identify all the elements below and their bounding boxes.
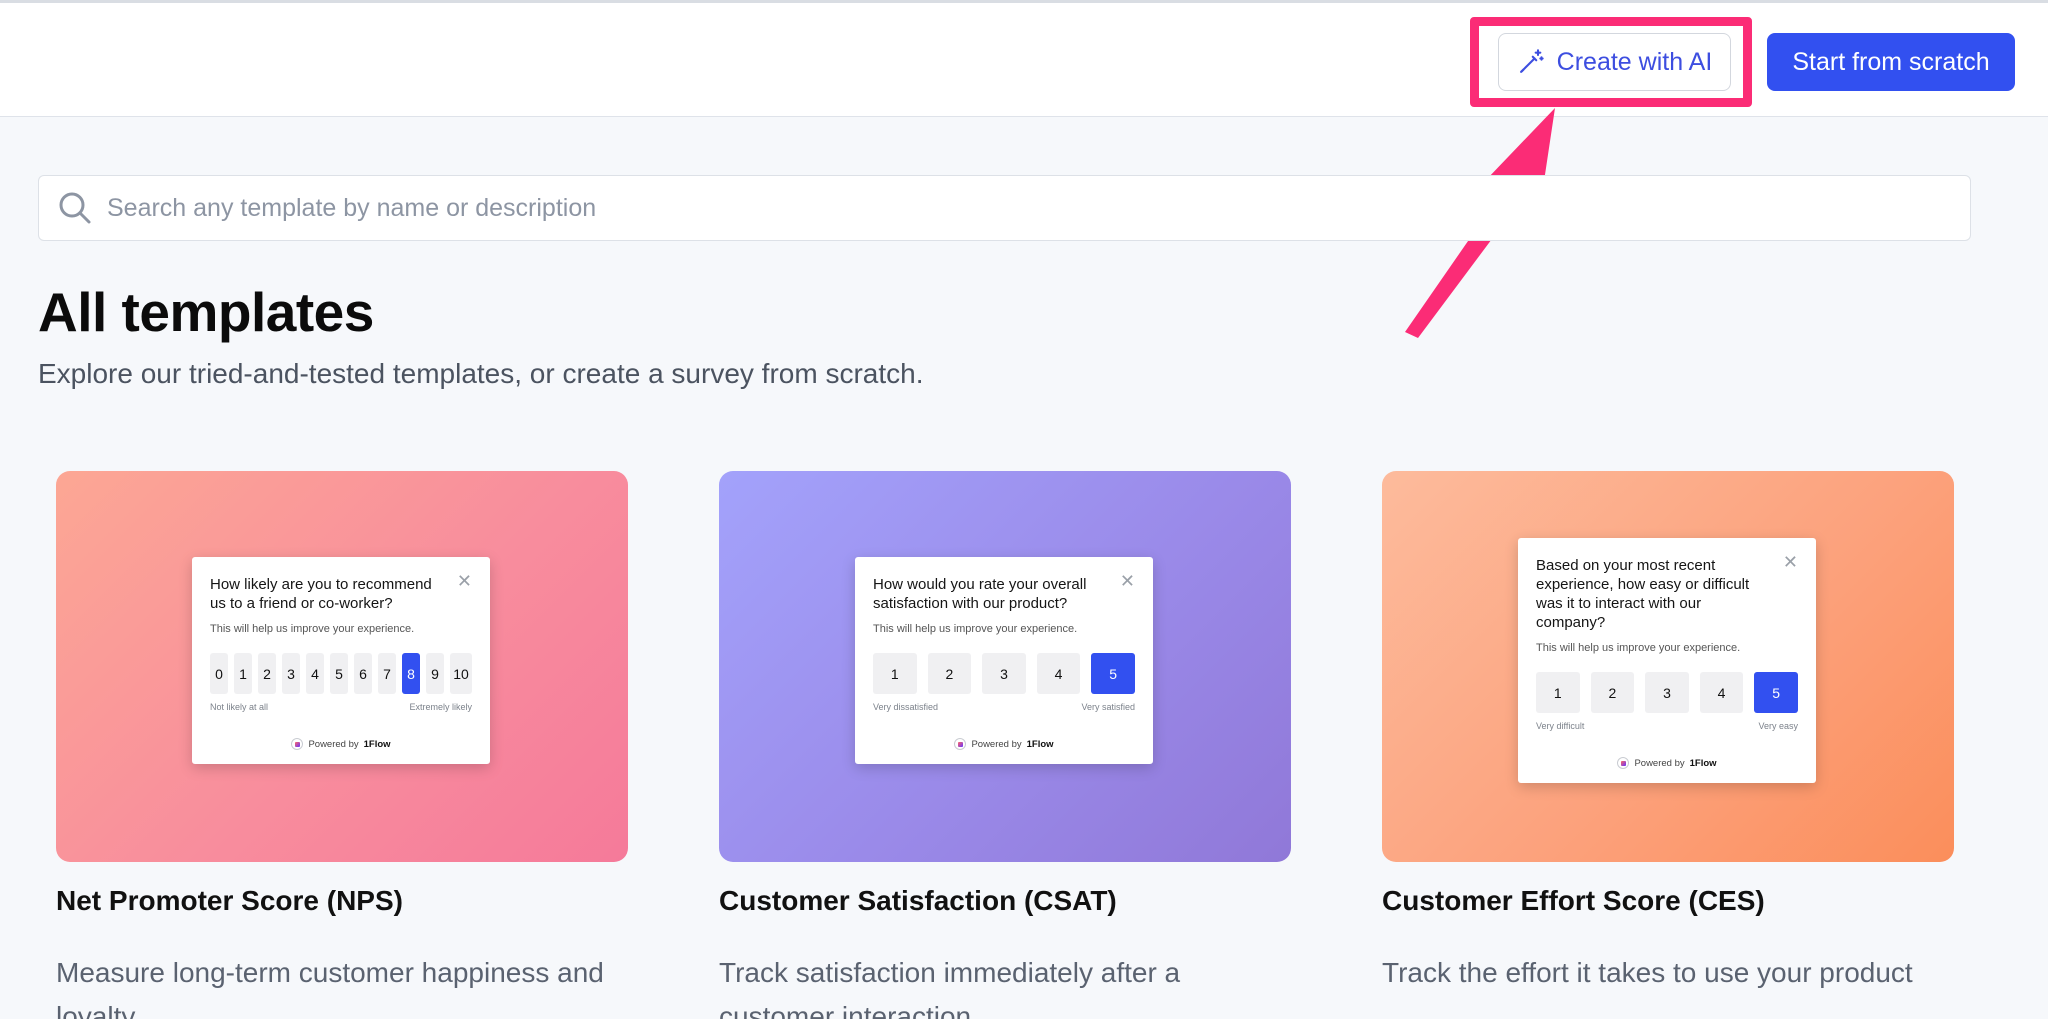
scale-high-label: Very satisfied xyxy=(1081,702,1135,712)
close-icon: ✕ xyxy=(1782,552,1798,572)
powered-by: Powered by 1Flow xyxy=(210,738,472,750)
scale-high-label: Extremely likely xyxy=(409,702,472,712)
rating-option: 2 xyxy=(1590,672,1635,713)
template-preview-csat[interactable]: How would you rate your overall satisfac… xyxy=(719,471,1291,862)
rating-option-selected: 5 xyxy=(1091,653,1135,694)
scale-low-label: Very difficult xyxy=(1536,721,1585,731)
scale-labels: Very difficult Very easy xyxy=(1536,721,1798,731)
template-name: Net Promoter Score (NPS) xyxy=(56,885,403,916)
search-icon xyxy=(59,192,91,224)
rating-option: 6 xyxy=(354,653,372,694)
scale-labels: Not likely at all Extremely likely xyxy=(210,702,472,712)
template-card-nps[interactable]: How likely are you to recommend us to a … xyxy=(56,471,628,1019)
survey-question: Based on your most recent experience, ho… xyxy=(1536,557,1750,631)
rating-option-selected: 5 xyxy=(1754,672,1798,713)
rating-option: 2 xyxy=(927,653,972,694)
rating-option: 3 xyxy=(1645,672,1689,713)
rating-option: 0 xyxy=(210,653,228,694)
powered-brand: 1Flow xyxy=(1689,757,1717,769)
powered-brand: 1Flow xyxy=(1026,738,1054,750)
brand-logo-icon xyxy=(291,738,304,750)
survey-question: How likely are you to recommend us to a … xyxy=(210,576,432,612)
survey-question: How would you rate your overall satisfac… xyxy=(873,576,1087,612)
rating-scale: 1 2 3 4 5 xyxy=(873,653,1135,694)
rating-option: 9 xyxy=(426,653,444,694)
rating-option: 2 xyxy=(258,653,276,694)
page-title: All templates xyxy=(38,281,374,343)
rating-option: 1 xyxy=(873,653,917,694)
template-preview-ces[interactable]: Based on your most recent experience, ho… xyxy=(1382,471,1954,862)
rating-scale: 0 1 2 3 4 5 6 7 8 9 10 xyxy=(210,653,472,694)
highlight-box xyxy=(1470,17,1752,107)
brand-logo-icon xyxy=(1617,757,1630,769)
template-search-bar[interactable] xyxy=(38,175,1971,241)
rating-option: 10 xyxy=(450,653,472,694)
survey-widget-preview: How likely are you to recommend us to a … xyxy=(192,557,490,764)
close-icon: ✕ xyxy=(1119,571,1135,591)
rating-scale: 1 2 3 4 5 xyxy=(1536,672,1798,713)
scale-labels: Very dissatisfied Very satisfied xyxy=(873,702,1135,712)
template-name: Customer Satisfaction (CSAT) xyxy=(719,885,1117,916)
powered-brand: 1Flow xyxy=(363,738,391,750)
rating-option: 1 xyxy=(1536,672,1580,713)
brand-logo-icon xyxy=(954,738,967,750)
template-card-csat[interactable]: How would you rate your overall satisfac… xyxy=(719,471,1291,1019)
powered-by: Powered by 1Flow xyxy=(1536,757,1798,769)
scale-low-label: Very dissatisfied xyxy=(873,702,939,712)
template-name: Customer Effort Score (CES) xyxy=(1382,885,1765,916)
survey-hint: This will help us improve your experienc… xyxy=(873,623,1078,635)
powered-by: Powered by 1Flow xyxy=(873,738,1135,750)
rating-option: 1 xyxy=(234,653,252,694)
rating-option: 4 xyxy=(1699,672,1744,713)
search-input[interactable] xyxy=(107,193,1970,223)
rating-option-selected: 8 xyxy=(402,653,420,694)
template-description: Measure long-term customer happiness and… xyxy=(56,957,604,1019)
survey-widget-preview: How would you rate your overall satisfac… xyxy=(855,557,1153,764)
template-card-ces[interactable]: Based on your most recent experience, ho… xyxy=(1382,471,1954,988)
scale-low-label: Not likely at all xyxy=(210,702,269,712)
template-preview-nps[interactable]: How likely are you to recommend us to a … xyxy=(56,471,628,862)
template-description: Track satisfaction immediately after a c… xyxy=(719,957,1181,1019)
survey-hint: This will help us improve your experienc… xyxy=(210,623,415,635)
start-from-scratch-label: Start from scratch xyxy=(1792,47,1990,76)
rating-option: 5 xyxy=(330,653,348,694)
close-icon: ✕ xyxy=(456,571,472,591)
rating-option: 4 xyxy=(306,653,324,694)
template-description: Track the effort it takes to use your pr… xyxy=(1382,957,1913,988)
start-from-scratch-button[interactable]: Start from scratch xyxy=(1767,33,2015,91)
rating-option: 3 xyxy=(282,653,300,694)
rating-option: 3 xyxy=(982,653,1026,694)
scale-high-label: Very easy xyxy=(1758,721,1798,731)
powered-prefix: Powered by xyxy=(1634,757,1685,769)
page-subtitle: Explore our tried-and-tested templates, … xyxy=(38,358,924,389)
rating-option: 4 xyxy=(1036,653,1081,694)
powered-prefix: Powered by xyxy=(971,738,1022,750)
powered-prefix: Powered by xyxy=(308,738,359,750)
rating-option: 7 xyxy=(378,653,396,694)
survey-widget-preview: Based on your most recent experience, ho… xyxy=(1518,538,1816,783)
survey-hint: This will help us improve your experienc… xyxy=(1536,642,1741,654)
